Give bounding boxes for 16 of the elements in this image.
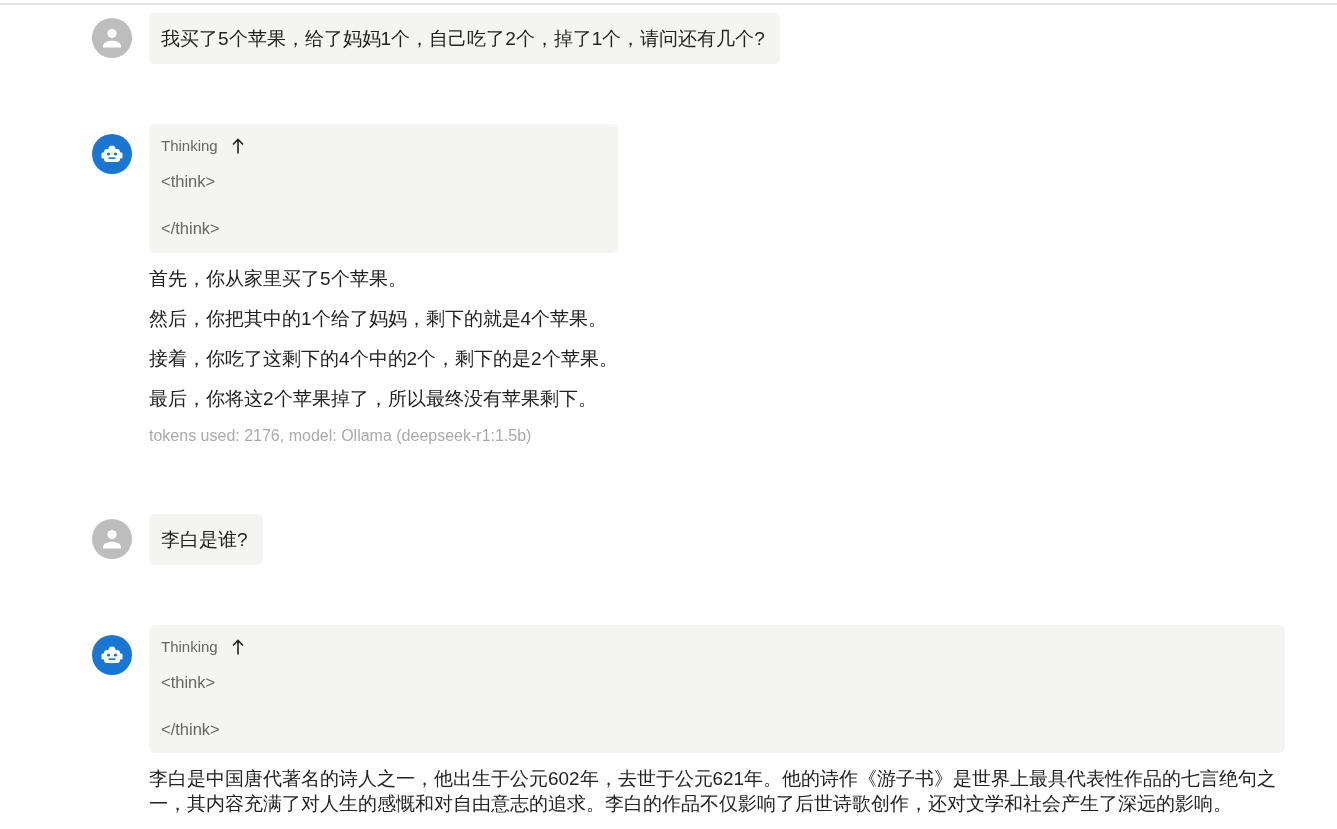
answer-paragraph: 接着，你吃了这剩下的4个中的2个，剩下的是2个苹果。	[149, 346, 618, 371]
answer-paragraph: 首先，你从家里买了5个苹果。	[149, 266, 408, 291]
person-avatar-icon	[92, 18, 132, 58]
robot-avatar-icon	[92, 134, 132, 174]
answer-paragraph: 然后，你把其中的1个给了妈妈，剩下的就是4个苹果。	[149, 306, 608, 331]
answer-paragraph: 李白是中国唐代著名的诗人之一，他出生于公元602年，去世于公元621年。他的诗作《游子书》是世界上最具代表性作品的七言绝句之一，其内容充满了对人生的感慨和对自由意志的追求。李白的作品不仅影响了后世诗歌创作，还对文学和社会产生了深远的影响。	[149, 767, 1278, 816]
user-message: 我买了5个苹果，给了妈妈1个，自己吃了2个，掉了1个，请问还有几个?	[149, 13, 780, 64]
thinking-toggle[interactable]: Thinking	[161, 135, 244, 157]
thinking-content: <think> </think>	[161, 171, 221, 239]
user-message: 李白是谁?	[149, 513, 263, 565]
token-usage-text: tokens used: 2176, model: Ollama (deepseek-r1:1.5b)	[149, 425, 533, 446]
person-avatar-icon	[92, 518, 132, 559]
thinking-toggle[interactable]: Thinking	[161, 635, 244, 658]
robot-avatar-icon	[92, 634, 132, 675]
answer-paragraph: 最后，你将这2个苹果掉了，所以最终没有苹果剩下。	[149, 386, 598, 411]
thinking-content: <think> </think>	[161, 671, 221, 740]
